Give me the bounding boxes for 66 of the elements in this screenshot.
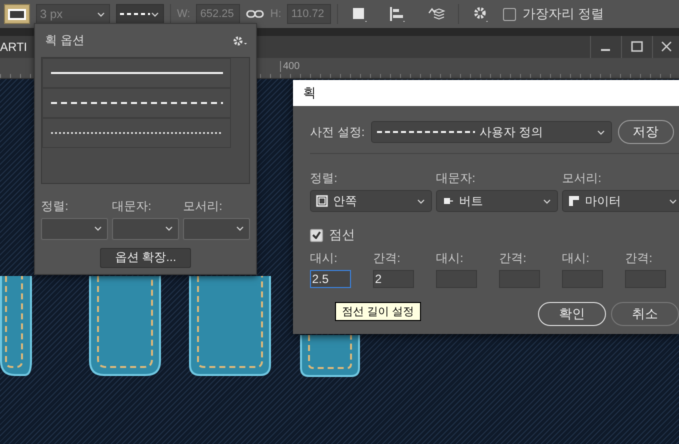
- stroke-preset-item[interactable]: [42, 58, 231, 88]
- field-label: 간격:: [499, 250, 528, 267]
- gap-input-field[interactable]: 2: [373, 270, 414, 288]
- field-label: 대문자:: [112, 198, 152, 215]
- dropdown[interactable]: 버트: [436, 190, 558, 212]
- align-edges-label: 가장자리 정렬: [522, 5, 604, 23]
- settings-icon[interactable]: [232, 34, 248, 47]
- link-icon[interactable]: [246, 9, 264, 19]
- chevron-down-icon: [235, 225, 245, 232]
- stroke-color-swatch[interactable]: [4, 4, 30, 24]
- gap-input-field[interactable]: [625, 270, 666, 288]
- align-edges-checkbox[interactable]: [503, 8, 516, 20]
- chevron-down-icon: [542, 198, 552, 204]
- field-label: 대시:: [436, 250, 464, 267]
- field-label: 대문자:: [436, 170, 476, 187]
- field-label: 대시:: [310, 250, 338, 267]
- dash-style-dropdown[interactable]: [116, 4, 164, 24]
- more-options-button[interactable]: 옵션 확장...: [100, 248, 192, 268]
- dropdown-value: 마이터: [585, 192, 621, 210]
- dash-input-field[interactable]: [562, 270, 603, 288]
- chevron-down-icon: [596, 128, 606, 136]
- chevron-down-icon: [668, 198, 678, 204]
- check-icon: [312, 231, 321, 239]
- butt-cap-icon: [442, 195, 454, 207]
- dropdown-value: 안쪽: [333, 192, 357, 210]
- dashed-line-checkbox[interactable]: [310, 228, 323, 242]
- field-label: 간격:: [625, 250, 654, 267]
- stitched-letter-drawing: [300, 335, 360, 377]
- dropdown[interactable]: 안쪽: [310, 190, 432, 212]
- dash-input-field[interactable]: [436, 270, 477, 288]
- dialog-button[interactable]: 확인: [538, 302, 606, 326]
- preset-dropdown[interactable]: 사용자 정의: [370, 121, 612, 143]
- miter-corner-icon: [568, 195, 580, 207]
- dropdown-value: 버트: [459, 192, 483, 210]
- stroke-preset-item[interactable]: [42, 118, 231, 148]
- field-label: 정렬:: [41, 198, 70, 215]
- chevron-down-icon: [164, 225, 174, 232]
- panel-title: 획 옵션: [45, 32, 84, 50]
- dashed-line-icon: [376, 130, 475, 134]
- stroke-preset-item[interactable]: [42, 88, 231, 118]
- dialog-button[interactable]: 취소: [611, 302, 679, 326]
- field-label: 모서리:: [562, 170, 602, 187]
- tooltip: 점선 길이 설정: [335, 302, 422, 321]
- dialog-title: 획: [293, 80, 679, 106]
- document-tab[interactable]: ARTI: [0, 40, 28, 54]
- field-label: 간격:: [373, 250, 402, 267]
- inside-align-icon: [316, 195, 328, 207]
- preset-label: 사전 설정:: [310, 124, 365, 140]
- chevron-down-icon: [96, 10, 106, 18]
- solid-line-icon: [50, 71, 222, 76]
- preset-value: 사용자 정의: [480, 124, 544, 140]
- save-button[interactable]: 저장: [618, 120, 674, 144]
- gap-input-field[interactable]: [499, 270, 540, 288]
- dashed-line-icon: [50, 101, 222, 106]
- field-label: 정렬:: [310, 170, 338, 187]
- chevron-down-icon: [150, 10, 160, 18]
- dropdown[interactable]: 마이터: [562, 190, 679, 212]
- dotted-line-icon: [50, 131, 222, 136]
- dashed-line-icon: [120, 12, 150, 16]
- chevron-down-icon: [416, 198, 426, 204]
- dash-input-field[interactable]: 2.5: [310, 270, 351, 288]
- field-label: 모서리:: [183, 198, 224, 215]
- dashed-line-label: 점선: [329, 226, 355, 244]
- field-label: 대시:: [562, 250, 590, 267]
- ruler-label: 400: [280, 61, 300, 72]
- chevron-down-icon: [93, 225, 103, 232]
